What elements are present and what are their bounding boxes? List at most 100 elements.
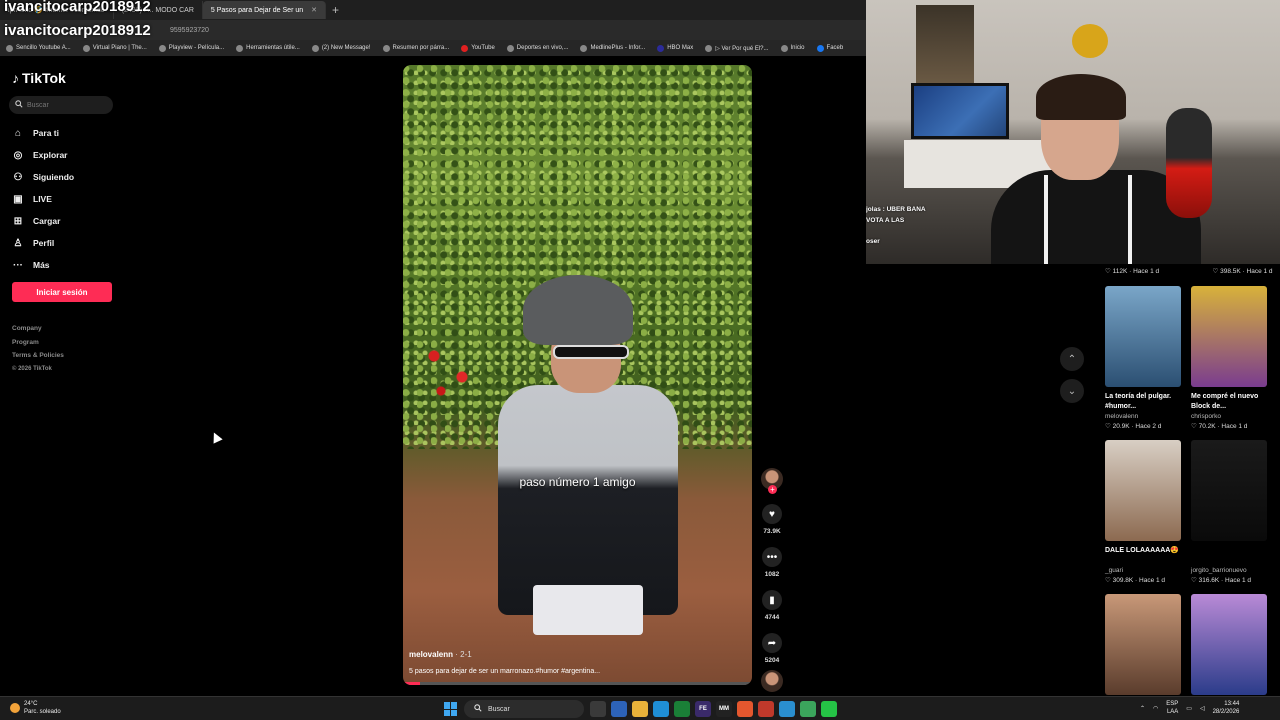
- taskbar-app-icon[interactable]: FE: [695, 701, 711, 717]
- taskbar-app-icon[interactable]: [737, 701, 753, 717]
- heart-icon: ♥: [762, 504, 782, 524]
- video-thumbnail[interactable]: [1105, 440, 1181, 541]
- previous-video-button[interactable]: ⌃: [1060, 347, 1084, 371]
- video-author[interactable]: chrisporko: [1191, 412, 1267, 422]
- taskbar-app-icon[interactable]: [821, 701, 837, 717]
- sidebar-item-explorar[interactable]: ◎ Explorar: [12, 144, 74, 166]
- like-button[interactable]: ♥ 73.9K: [760, 504, 784, 535]
- sound-disc-icon[interactable]: [761, 670, 783, 692]
- taskbar-app-icon[interactable]: [779, 701, 795, 717]
- tiktok-note-icon: ♪: [12, 70, 19, 86]
- bookmark-item[interactable]: HBO Max: [657, 44, 693, 52]
- nav-label: Para ti: [33, 128, 59, 138]
- sidebar-item-mas[interactable]: ··· Más: [12, 254, 74, 276]
- author-name: melovalenn: [409, 650, 454, 659]
- video-author[interactable]: _guari: [1105, 566, 1181, 576]
- new-tab-button[interactable]: +: [326, 3, 345, 17]
- taskbar-app-icon[interactable]: MM: [716, 701, 732, 717]
- system-tray: ⌃ ◠ ESP LAA ▭ ◁ 13:44 28/2/2026: [1140, 700, 1239, 716]
- search-input[interactable]: Buscar: [9, 96, 113, 114]
- weather-widget[interactable]: 24°C Parc. soleado: [10, 700, 61, 716]
- video-thumbnail[interactable]: [1105, 594, 1181, 695]
- save-button[interactable]: ▮ 4744: [760, 590, 784, 621]
- video-thumbnail[interactable]: [1191, 440, 1267, 541]
- footer-link-program[interactable]: Program: [12, 336, 64, 350]
- bookmark-label: Deportes en vivo,...: [516, 45, 569, 51]
- network-icon[interactable]: ▭: [1186, 705, 1192, 712]
- comment-icon: •••: [762, 547, 782, 567]
- bookmark-item[interactable]: Inicio: [780, 44, 805, 52]
- bookmark-item[interactable]: Playview - Película...: [158, 44, 224, 52]
- related-video-card[interactable]: Me compré el nuevo Block de... chrispork…: [1191, 286, 1267, 432]
- wifi-icon[interactable]: ◠: [1153, 705, 1158, 712]
- video-title[interactable]: La teoría del pulgar. #humor...: [1105, 392, 1181, 412]
- nav-label: Siguiendo: [33, 172, 75, 182]
- follow-plus-icon[interactable]: +: [768, 485, 777, 494]
- video-player[interactable]: paso número 1 amigo melovalenn · 2-1 5 p…: [403, 65, 752, 685]
- youtube-icon: [461, 44, 469, 52]
- bookmark-label: (2) New Message!: [321, 45, 371, 51]
- jacket-stripe: [1044, 175, 1048, 264]
- taskbar-app-icon[interactable]: [758, 701, 774, 717]
- bookmark-item[interactable]: Faceb: [816, 44, 843, 52]
- chevron-up-icon[interactable]: ⌃: [1140, 705, 1145, 712]
- bookmark-item[interactable]: MedlinePlus - Infor...: [580, 44, 645, 52]
- nav-label: Perfil: [33, 238, 55, 248]
- related-video-card[interactable]: La teoría del pulgar. #humor... melovale…: [1105, 286, 1181, 432]
- bookmark-item[interactable]: (2) New Message!: [311, 44, 371, 52]
- sidebar-item-perfil[interactable]: ♙ Perfil: [12, 232, 74, 254]
- sidebar-item-siguiendo[interactable]: ⚇ Siguiendo: [12, 166, 75, 188]
- clock[interactable]: 13:44 28/2/2026: [1213, 700, 1240, 716]
- sidebar-item-para-ti[interactable]: ⌂ Para ti: [12, 122, 74, 144]
- video-author[interactable]: melovalenn: [1105, 412, 1181, 422]
- video-thumbnail[interactable]: [1191, 594, 1267, 695]
- taskbar-search[interactable]: Buscar: [464, 700, 584, 718]
- tiktok-logo[interactable]: ♪ TikTok: [12, 70, 66, 86]
- footer-link-terms[interactable]: Terms & Policies: [12, 349, 64, 363]
- taskbar-app-icon[interactable]: [632, 701, 648, 717]
- taskbar-app-icon[interactable]: [800, 701, 816, 717]
- bookmark-item[interactable]: Deportes en vivo,...: [506, 44, 569, 52]
- related-video-card[interactable]: jorgito_barrionuevo ♡ 316.6K · Hace 1 d: [1191, 440, 1267, 586]
- language-indicator[interactable]: ESP LAA: [1166, 700, 1178, 716]
- video-title[interactable]: Me compré el nuevo Block de...: [1191, 392, 1267, 412]
- bookmark-icon: [382, 44, 390, 52]
- bookmark-item[interactable]: ▷ Ver Por qué El?...: [705, 44, 769, 52]
- video-author[interactable]: jorgito_barrionuevo: [1191, 566, 1267, 576]
- sidebar-item-live[interactable]: ▣ LIVE: [12, 188, 74, 210]
- related-video-card[interactable]: [1191, 594, 1267, 695]
- comment-button[interactable]: ••• 1082: [760, 547, 784, 578]
- footer-link-company[interactable]: Company: [12, 322, 64, 336]
- related-video-card[interactable]: DALE LOLAAAAAA😍 _guari ♡ 309.8K · Hace 1…: [1105, 440, 1181, 586]
- volume-icon[interactable]: ◁: [1200, 705, 1205, 712]
- video-thumbnail[interactable]: [1105, 286, 1181, 387]
- windows-start-icon[interactable]: [444, 702, 458, 716]
- share-button[interactable]: ➦ 5204: [760, 633, 784, 664]
- sidebar-item-cargar[interactable]: ⊞ Cargar: [12, 210, 74, 232]
- video-stats: ♡ 316.6K · Hace 1 d: [1191, 577, 1252, 584]
- bookmark-item[interactable]: Resumen por párra...: [382, 44, 449, 52]
- lang-layout: LAA: [1166, 709, 1179, 715]
- related-video-card[interactable]: [1105, 594, 1181, 695]
- login-button[interactable]: Iniciar sesión: [12, 282, 112, 302]
- taskbar-app-icon[interactable]: [590, 701, 606, 717]
- author-avatar[interactable]: +: [761, 468, 783, 494]
- bookmark-item[interactable]: YouTube: [461, 44, 495, 52]
- taskbar-app-icon[interactable]: [653, 701, 669, 717]
- browser-tab-active[interactable]: 5 Pasos para Dejar de Ser un ✕: [202, 1, 327, 19]
- address-text: 9595923720: [170, 26, 209, 34]
- video-progress-bar[interactable]: [403, 682, 752, 685]
- video-author[interactable]: melovalenn · 2-1: [409, 650, 472, 659]
- video-frame-cap: [523, 275, 633, 345]
- bookmark-item[interactable]: Sencillo Youtube A...: [6, 44, 71, 52]
- video-thumbnail[interactable]: [1191, 286, 1267, 387]
- video-title[interactable]: [1191, 546, 1267, 566]
- video-title[interactable]: DALE LOLAAAAAA😍: [1105, 546, 1181, 566]
- taskbar-app-icon[interactable]: [611, 701, 627, 717]
- close-icon[interactable]: ✕: [311, 6, 317, 14]
- bookmark-item[interactable]: Virtual Piano | The...: [82, 44, 147, 52]
- next-video-button[interactable]: ⌄: [1060, 379, 1084, 403]
- bookmark-item[interactable]: Herramientas útile...: [236, 44, 300, 52]
- webcam-poster: [916, 5, 974, 85]
- taskbar-app-icon[interactable]: [674, 701, 690, 717]
